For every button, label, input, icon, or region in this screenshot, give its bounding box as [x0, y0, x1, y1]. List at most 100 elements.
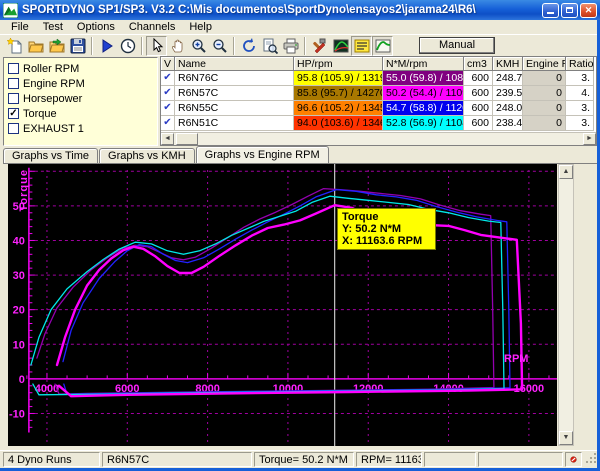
tooltip-channel: Torque [342, 211, 431, 223]
print-button[interactable] [280, 36, 301, 56]
table-row-R6N57C[interactable]: ✔R6N57C85.8 (95.7) / 1427050.2 (54.4) / … [161, 86, 596, 101]
refresh-button[interactable] [238, 36, 259, 56]
tab-graphs-vs-time[interactable]: Graphs vs Time [3, 148, 98, 163]
table-row-R6N76C[interactable]: ✔R6N76C95.8 (105.9) / 1319455.0 (59.8) /… [161, 71, 596, 86]
run-name: R6N55C [175, 101, 294, 116]
status-bar: 4 Dyno RunsR6N57CTorque= 50.2 N*MRPM= 11… [0, 450, 600, 468]
ratio-value: 4. [566, 86, 594, 101]
channel-item-horsepower[interactable]: Horsepower [8, 91, 153, 106]
y-tick-label: -10 [9, 408, 25, 420]
toolbar: Manual [0, 34, 600, 56]
channel-item-torque[interactable]: ✓Torque [8, 106, 153, 121]
torque-value: 50.2 (54.4) / 11098 [383, 86, 464, 101]
print-preview-button[interactable] [259, 36, 280, 56]
engine-rpm-value: 0 [523, 101, 566, 116]
zoom-out-button[interactable] [209, 36, 230, 56]
save-button[interactable] [67, 36, 88, 56]
import-folder-icon [49, 38, 65, 54]
tooltip-y-value: Y: 50.2 N*M [342, 223, 431, 235]
title-bar: SPORTDYNO SP1/SP3. V3.2 C:\Mis documento… [0, 0, 600, 20]
tab-graphs-vs-engine-rpm[interactable]: Graphs vs Engine RPM [196, 146, 329, 163]
tooltip-x-value: X: 11163.6 RPM [342, 235, 431, 247]
channel-item-engine-rpm[interactable]: Engine RPM [8, 76, 153, 91]
engine-rpm-value: 0 [523, 71, 566, 86]
kmh-value: 248.0 [493, 101, 523, 116]
column-header-v[interactable]: V [161, 57, 175, 71]
ratio-value: 3. [566, 116, 594, 131]
manual-button[interactable]: Manual [419, 37, 495, 54]
scroll-left-arrow[interactable]: ◄ [161, 133, 174, 145]
status-rpm-readout: RPM= 11163.6 [356, 452, 422, 467]
pan-button[interactable] [167, 36, 188, 56]
table-row-R6N55C[interactable]: ✔R6N55C96.6 (105.2) / 1345254.7 (58.8) /… [161, 101, 596, 116]
menu-bar: FileTestOptionsChannelsHelp [0, 20, 600, 34]
column-header-cm3[interactable]: cm3 [464, 57, 493, 71]
status-current-run: R6N57C [102, 452, 252, 467]
column-header-engine-rpm[interactable]: Engine RPM [523, 57, 566, 71]
menu-options[interactable]: Options [70, 20, 122, 34]
table-horizontal-scrollbar[interactable]: ◄ ► [161, 132, 596, 145]
table-row-R6N51C[interactable]: ✔R6N51C94.0 (103.6) / 1346052.8 (56.9) /… [161, 116, 596, 131]
new-file-button[interactable] [4, 36, 25, 56]
tab-graphs-vs-kmh[interactable]: Graphs vs KMH [99, 148, 195, 163]
graph-tabs: Graphs vs TimeGraphs vs KMHGraphs vs Eng… [3, 146, 597, 163]
column-header-name[interactable]: Name [175, 57, 294, 71]
menu-help[interactable]: Help [182, 20, 219, 34]
scroll-up-arrow[interactable]: ▲ [559, 165, 573, 179]
run-checked-icon: ✔ [161, 86, 175, 101]
scroll-down-arrow[interactable]: ▼ [559, 431, 573, 445]
checkbox-unchecked[interactable] [8, 93, 19, 104]
column-header-ratio[interactable]: Ratio [566, 57, 594, 71]
hp-value: 85.8 (95.7) / 14270 [294, 86, 383, 101]
torque-curve-R6N57C [57, 205, 522, 396]
menu-file[interactable]: File [4, 20, 36, 34]
checkbox-checked[interactable]: ✓ [8, 108, 19, 119]
no-entry-icon [565, 452, 582, 467]
torque-value: 55.0 (59.8) / 10888 [383, 71, 464, 86]
chart-vertical-scrollbar[interactable]: ▲ ▼ [558, 164, 574, 446]
open-test-button[interactable] [46, 36, 67, 56]
legend-button[interactable] [351, 36, 372, 56]
zoom-in-button[interactable] [188, 36, 209, 56]
app-icon [3, 3, 18, 18]
column-header-kmh[interactable]: KMH [493, 57, 523, 71]
run-checked-icon: ✔ [161, 101, 175, 116]
checkbox-unchecked[interactable] [8, 63, 19, 74]
menu-channels[interactable]: Channels [122, 20, 182, 34]
torque-chart[interactable]: 40006000800010000120001400016000-1001020… [8, 164, 557, 446]
select-cursor-button[interactable] [146, 36, 167, 56]
open-file-button[interactable] [25, 36, 46, 56]
window-title: SPORTDYNO SP1/SP3. V3.2 C:\Mis documento… [22, 4, 542, 16]
graph-curve-icon [375, 38, 391, 54]
column-header-n-m-rpm[interactable]: N*M/rpm [383, 57, 464, 71]
channel-item-roller-rpm[interactable]: Roller RPM [8, 61, 153, 76]
close-button[interactable]: ✕ [580, 3, 597, 18]
checkbox-unchecked[interactable] [8, 78, 19, 89]
checkbox-unchecked[interactable] [8, 123, 19, 134]
column-header-hp-rpm[interactable]: HP/rpm [294, 57, 383, 71]
menu-test[interactable]: Test [36, 20, 70, 34]
y-axis-label: Torque [18, 169, 30, 211]
new-file-icon [7, 38, 23, 54]
channel-list: Roller RPM Engine RPM Horsepower✓TorqueEXH… [3, 57, 158, 146]
channel-item-exhaust-1[interactable]: EXHAUST 1 [8, 121, 153, 136]
scroll-right-arrow[interactable]: ► [583, 133, 596, 145]
y-tick-label: 20 [13, 305, 25, 317]
channel-label: Engine RPM [23, 78, 85, 90]
cm3-value: 600 [464, 101, 493, 116]
open-folder-icon [28, 38, 44, 54]
graph-view-button[interactable] [372, 36, 393, 56]
start-test-button[interactable] [96, 36, 117, 56]
cursor-tooltip: Torque Y: 50.2 N*M X: 11163.6 RPM [337, 208, 436, 250]
restore-button[interactable] [561, 3, 578, 18]
run-name: R6N51C [175, 116, 294, 131]
status-empty-1 [424, 452, 476, 467]
channel-label: Horsepower [23, 93, 82, 105]
minimize-button[interactable] [542, 3, 559, 18]
scroll-thumb[interactable] [176, 133, 198, 145]
timer-button[interactable] [117, 36, 138, 56]
app-window: SPORTDYNO SP1/SP3. V3.2 C:\Mis documento… [0, 0, 600, 471]
chart-picture-button[interactable] [330, 36, 351, 56]
cm3-value: 600 [464, 86, 493, 101]
settings-button[interactable] [309, 36, 330, 56]
